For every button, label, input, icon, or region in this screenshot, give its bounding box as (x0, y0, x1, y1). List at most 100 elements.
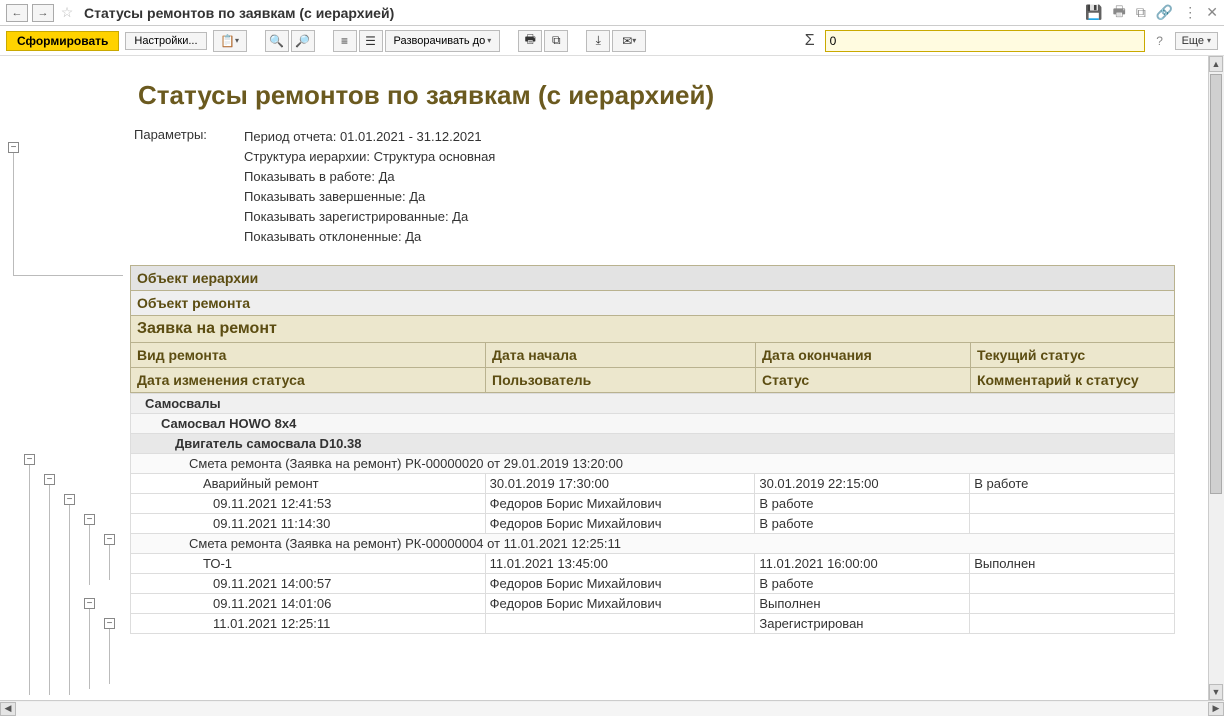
row-cell: 09.11.2021 11:14:30 (131, 514, 486, 534)
window-title: Статусы ремонтов по заявкам (с иерархией… (84, 5, 1081, 21)
outline-line (69, 505, 70, 695)
row-cell: 09.11.2021 14:00:57 (131, 574, 486, 594)
row-cell: В работе (970, 474, 1175, 494)
header-current-status: Текущий статус (971, 343, 1175, 368)
settings-button[interactable]: Настройки... (125, 32, 206, 50)
outline-line (109, 629, 110, 684)
header-table: Объект иерархии Объект ремонта Заявка на… (130, 265, 1175, 393)
more-button[interactable]: Еще ▾ (1175, 32, 1218, 50)
outline-toggle[interactable]: − (8, 142, 19, 153)
row-cell: 11.01.2021 13:45:00 (485, 554, 755, 574)
row-cell (970, 514, 1175, 534)
param-row: Период отчета: 01.01.2021 - 31.12.2021 (244, 127, 495, 147)
row-cell: Смета ремонта (Заявка на ремонт) РК-0000… (131, 454, 1175, 474)
send-button[interactable]: ✉▾ (612, 30, 646, 52)
scroll-left-icon[interactable]: ◀ (0, 702, 16, 716)
data-table: СамосвалыСамосвал HOWO 8x4Двигатель само… (130, 393, 1175, 634)
row-cell (485, 614, 755, 634)
save-as-button[interactable]: ⤓ (586, 30, 610, 52)
outline-line (13, 275, 123, 276)
row-cell: 30.01.2019 17:30:00 (485, 474, 755, 494)
link-icon[interactable]: 🔗 (1156, 4, 1173, 21)
table-row[interactable]: Самосвалы (131, 394, 1175, 414)
outline-toggle[interactable]: − (44, 474, 55, 485)
table-row[interactable]: 09.11.2021 14:01:06Федоров Борис Михайло… (131, 594, 1175, 614)
row-cell: 11.01.2021 12:25:11 (131, 614, 486, 634)
scroll-track[interactable] (16, 702, 1208, 716)
expand-to-label: Разворачивать до (394, 35, 486, 47)
row-cell: Зарегистрирован (755, 614, 970, 634)
outline-toggle[interactable]: − (84, 598, 95, 609)
collapse-all-button[interactable]: ≡ (333, 30, 357, 52)
header-end-date: Дата окончания (756, 343, 971, 368)
preview-icon[interactable]: ⧉ (1136, 4, 1146, 21)
outline-toggle[interactable]: − (64, 494, 75, 505)
outline-line (109, 545, 110, 580)
row-cell: 09.11.2021 12:41:53 (131, 494, 486, 514)
params-values: Период отчета: 01.01.2021 - 31.12.2021 С… (244, 127, 495, 247)
param-row: Показывать зарегистрированные: Да (244, 207, 495, 227)
help-button[interactable]: ? (1151, 30, 1169, 52)
print-button[interactable]: 🖶 (518, 30, 542, 52)
outline-line (89, 609, 90, 689)
sum-input[interactable] (825, 30, 1145, 52)
print-preview-button[interactable]: ⧉ (544, 30, 568, 52)
row-cell (970, 614, 1175, 634)
scroll-thumb[interactable] (1210, 74, 1222, 494)
table-row[interactable]: 09.11.2021 12:41:53Федоров Борис Михайло… (131, 494, 1175, 514)
table-row[interactable]: 09.11.2021 14:00:57Федоров Борис Михайло… (131, 574, 1175, 594)
outline-toggle[interactable]: − (104, 534, 115, 545)
scroll-right-icon[interactable]: ▶ (1208, 702, 1224, 716)
outline-line (29, 465, 30, 695)
find-next-button[interactable]: 🔎 (291, 30, 315, 52)
row-cell (970, 594, 1175, 614)
favorite-star-icon[interactable]: ☆ (58, 4, 76, 22)
header-user: Пользователь (486, 368, 756, 393)
table-row[interactable]: Двигатель самосвала D10.38 (131, 434, 1175, 454)
table-row[interactable]: ТО-111.01.2021 13:45:0011.01.2021 16:00:… (131, 554, 1175, 574)
row-cell: Выполнен (970, 554, 1175, 574)
scroll-down-icon[interactable]: ▼ (1209, 684, 1223, 700)
scroll-up-icon[interactable]: ▲ (1209, 56, 1223, 72)
more-menu-icon[interactable]: ⋮ (1183, 4, 1196, 21)
row-cell (970, 574, 1175, 594)
table-row[interactable]: 09.11.2021 11:14:30Федоров Борис Михайло… (131, 514, 1175, 534)
outline-toggle[interactable]: − (104, 618, 115, 629)
find-button[interactable]: 🔍 (265, 30, 289, 52)
vertical-scrollbar[interactable]: ▲ ▼ (1208, 56, 1224, 700)
variants-button[interactable]: 📋▾ (213, 30, 247, 52)
param-row: Показывать завершенные: Да (244, 187, 495, 207)
table-row[interactable]: Смета ремонта (Заявка на ремонт) РК-0000… (131, 454, 1175, 474)
print-icon[interactable]: 🖶 (1113, 1, 1126, 25)
row-cell: В работе (755, 494, 970, 514)
row-cell: Федоров Борис Михайлович (485, 594, 755, 614)
row-cell: В работе (755, 514, 970, 534)
sigma-icon: Σ (805, 32, 815, 50)
form-button[interactable]: Сформировать (6, 31, 119, 51)
header-start-date: Дата начала (486, 343, 756, 368)
outline-toggle[interactable]: − (24, 454, 35, 465)
outline-gutter: − − − − − − − − (0, 56, 130, 700)
table-row[interactable]: Смета ремонта (Заявка на ремонт) РК-0000… (131, 534, 1175, 554)
row-cell (970, 494, 1175, 514)
nav-forward-button[interactable]: → (32, 4, 54, 22)
outline-toggle[interactable]: − (84, 514, 95, 525)
expand-all-button[interactable]: ☰ (359, 30, 383, 52)
header-status-comment: Комментарий к статусу (971, 368, 1175, 393)
expand-to-button[interactable]: Разворачивать до ▾ (385, 30, 501, 52)
table-row[interactable]: 11.01.2021 12:25:11 Зарегистрирован (131, 614, 1175, 634)
table-row[interactable]: Аварийный ремонт30.01.2019 17:30:0030.01… (131, 474, 1175, 494)
row-cell: Двигатель самосвала D10.38 (131, 434, 1175, 454)
param-row: Показывать отклоненные: Да (244, 227, 495, 247)
outline-line (13, 153, 14, 275)
nav-back-button[interactable]: ← (6, 4, 28, 22)
header-repair-type: Вид ремонта (131, 343, 486, 368)
more-button-label: Еще (1182, 35, 1204, 47)
row-cell: Федоров Борис Михайлович (485, 574, 755, 594)
row-cell: В работе (755, 574, 970, 594)
close-icon[interactable]: ✕ (1206, 4, 1218, 21)
table-row[interactable]: Самосвал HOWO 8x4 (131, 414, 1175, 434)
save-icon[interactable]: 💾 (1085, 4, 1102, 21)
horizontal-scrollbar[interactable]: ◀ ▶ (0, 700, 1224, 716)
param-row: Структура иерархии: Структура основная (244, 147, 495, 167)
